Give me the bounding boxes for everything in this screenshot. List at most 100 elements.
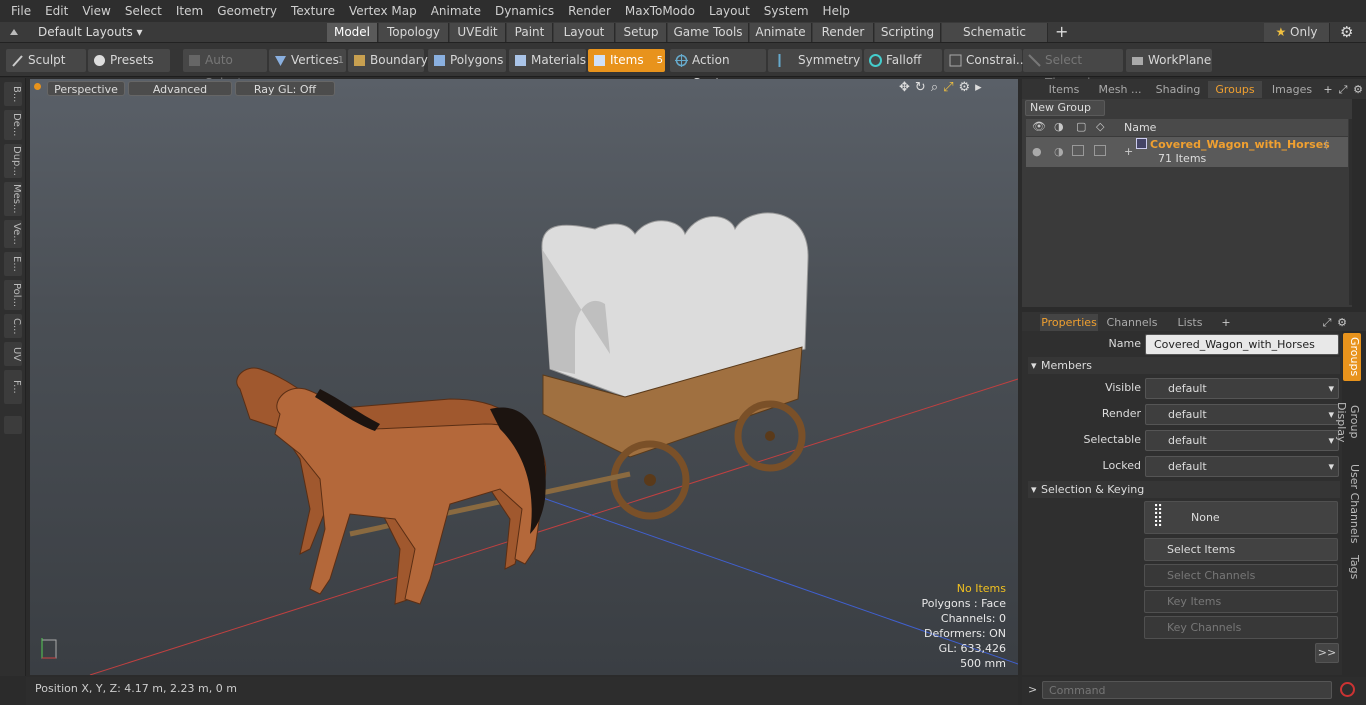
lock-column-icon[interactable]: ▢ (1076, 120, 1086, 133)
action-center-button[interactable]: Action Center (670, 49, 766, 90)
layout-arrow-icon[interactable] (8, 25, 20, 39)
tab-topology[interactable]: Topology (379, 23, 449, 42)
menu-animate[interactable]: Animate (424, 4, 488, 18)
group-row[interactable]: ● ◑ + Covered_Wagon_with_Horses ( 71 Ite… (1026, 137, 1348, 167)
groups-scrollbar[interactable] (1349, 119, 1352, 305)
constraints-button[interactable]: Constrai... (944, 49, 1027, 72)
visibility-eye-icon[interactable]: ● (1032, 145, 1042, 158)
panel-gear-icon[interactable]: ⚙ (1352, 81, 1364, 98)
workplane-button[interactable]: WorkPlane (1126, 49, 1212, 72)
menu-layout[interactable]: Layout (702, 4, 757, 18)
left-tab-deform[interactable]: De... (4, 110, 22, 140)
sculpt-button[interactable]: Sculpt (6, 49, 86, 72)
symmetry-button[interactable]: Symmetry (768, 49, 862, 72)
render-toggle-icon[interactable]: ◑ (1054, 145, 1064, 158)
left-tab-mesh[interactable]: Mes... (4, 182, 22, 216)
tab-layout[interactable]: Layout (554, 23, 615, 42)
tab-shading[interactable]: Shading (1152, 81, 1204, 98)
left-strip-expand-button[interactable] (4, 416, 22, 434)
props-expand-icon[interactable]: ⤢ (1320, 314, 1334, 331)
new-group-button[interactable]: New Group (1025, 100, 1105, 116)
add-tab-icon[interactable]: + (1055, 22, 1068, 41)
menu-file[interactable]: File (4, 4, 38, 18)
tab-properties[interactable]: Properties (1040, 314, 1098, 331)
materials-button[interactable]: Materials (509, 49, 586, 72)
left-tab-duplicate[interactable]: Dup... (4, 144, 22, 178)
menu-texture[interactable]: Texture (284, 4, 342, 18)
lock-toggle-icon[interactable] (1072, 145, 1084, 156)
tab-items[interactable]: Items (1040, 81, 1088, 98)
vertices-button[interactable]: Vertices 1 (269, 49, 346, 72)
tab-channels[interactable]: Channels (1106, 314, 1158, 331)
group-name-field[interactable]: Covered_Wagon_with_Horses (73) (1145, 334, 1339, 370)
items-button[interactable]: Items 5 (588, 49, 665, 72)
select-toggle-icon[interactable] (1094, 145, 1106, 156)
layout-selector[interactable]: Default Layouts ▾ (38, 25, 143, 39)
render-dropdown[interactable]: default ▾ (1145, 404, 1339, 425)
tab-animate[interactable]: Animate (750, 23, 812, 42)
left-tab-uv[interactable]: UV (4, 342, 22, 366)
key-channels-button[interactable]: Key Channels (1144, 616, 1338, 639)
left-tab-vertex[interactable]: Ve... (4, 220, 22, 248)
tab-model[interactable]: Model (327, 23, 378, 42)
command-input[interactable] (1042, 681, 1332, 699)
members-section[interactable]: ▾ Members (1028, 357, 1340, 374)
menu-help[interactable]: Help (816, 4, 857, 18)
boundary-button[interactable]: Boundary (348, 49, 428, 72)
menu-dynamics[interactable]: Dynamics (488, 4, 561, 18)
select-items-button[interactable]: Select Items (1144, 538, 1338, 561)
3d-viewport[interactable]: Perspective Advanced Ray GL: Off ✥ ↻ ⌕ ⤢… (30, 79, 1018, 675)
menu-system[interactable]: System (757, 4, 816, 18)
menu-geometry[interactable]: Geometry (210, 4, 284, 18)
tab-uvedit[interactable]: UVEdit (450, 23, 506, 42)
eye-column-icon[interactable]: 👁 (1032, 120, 1046, 133)
add-props-tab-icon[interactable]: + (1220, 314, 1232, 331)
left-tab-edge[interactable]: E... (4, 252, 22, 276)
menu-vertex-map[interactable]: Vertex Map (342, 4, 424, 18)
falloff-button[interactable]: Falloff (864, 49, 942, 72)
tab-images[interactable]: Images (1266, 81, 1318, 98)
locked-dropdown[interactable]: default ▾ (1145, 456, 1339, 477)
left-tab-basic[interactable]: B... (4, 82, 22, 106)
tab-groups[interactable]: Groups (1208, 81, 1262, 98)
menu-render[interactable]: Render (561, 4, 618, 18)
selection-keying-section[interactable]: ▾ Selection & Keying (1028, 481, 1340, 498)
left-tab-curve[interactable]: C... (4, 314, 22, 338)
tab-schematic-fusion[interactable]: Schematic Fusion (942, 23, 1048, 58)
select-channels-button[interactable]: Select Channels (1144, 564, 1338, 587)
tab-scripting[interactable]: Scripting (875, 23, 941, 42)
menu-item[interactable]: Item (169, 4, 210, 18)
side-tab-tags[interactable]: Tags (1343, 552, 1361, 582)
key-items-button[interactable]: Key Items (1144, 590, 1338, 613)
tab-lists[interactable]: Lists (1168, 314, 1212, 331)
expand-plus-icon[interactable]: + (1124, 145, 1133, 158)
tab-paint[interactable]: Paint (507, 23, 553, 42)
menu-view[interactable]: View (75, 4, 117, 18)
props-gear-icon[interactable]: ⚙ (1336, 314, 1348, 331)
add-panel-tab-icon[interactable]: + (1322, 81, 1334, 98)
presets-button[interactable]: Presets (88, 49, 170, 72)
render-column-icon[interactable]: ◑ (1054, 120, 1064, 133)
record-icon[interactable] (1340, 682, 1355, 697)
menu-select[interactable]: Select (118, 4, 169, 18)
only-toggle[interactable]: ★ Only (1264, 23, 1330, 42)
visible-dropdown[interactable]: default ▾ (1145, 378, 1339, 399)
menu-edit[interactable]: Edit (38, 4, 75, 18)
side-tab-group-display[interactable]: Group Display (1335, 386, 1361, 458)
side-tab-user-channels[interactable]: User Channels (1343, 464, 1361, 544)
left-tab-polygon[interactable]: Pol... (4, 280, 22, 310)
side-tab-groups[interactable]: Groups (1343, 333, 1361, 381)
tab-setup[interactable]: Setup (616, 23, 667, 42)
auto-select-button[interactable]: Auto Select (183, 49, 267, 90)
select-column-icon[interactable]: ◇ (1096, 120, 1104, 133)
selectable-dropdown[interactable]: default ▾ (1145, 430, 1339, 451)
tab-mesh[interactable]: Mesh ... (1092, 81, 1148, 98)
none-button[interactable]: ⠿ ⠿ None (1144, 501, 1338, 534)
polygons-button[interactable]: Polygons (428, 49, 506, 72)
tab-game-tools[interactable]: Game Tools (668, 23, 749, 42)
gear-icon[interactable]: ⚙ (1340, 23, 1353, 41)
select-through-button[interactable]: Select Through (1023, 49, 1123, 90)
expand-panel-icon[interactable]: ⤢ (1336, 81, 1350, 98)
menu-maxtomodo[interactable]: MaxToModo (618, 4, 702, 18)
more-button[interactable]: >> (1315, 643, 1339, 663)
